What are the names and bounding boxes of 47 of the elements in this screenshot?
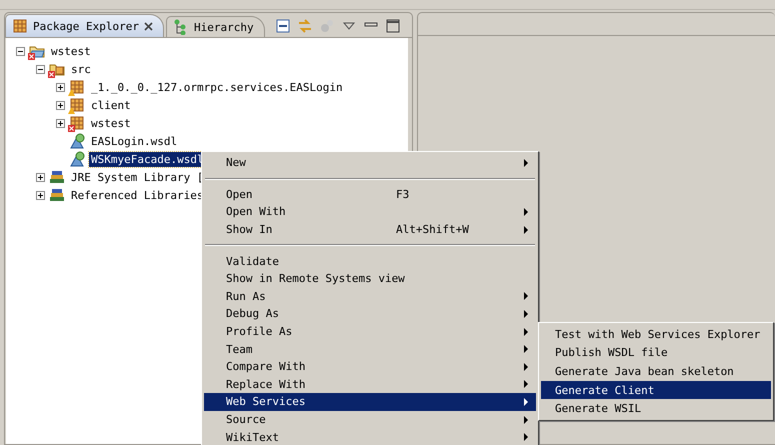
menu-item[interactable]: Debug As (204, 305, 536, 323)
library-icon (49, 187, 65, 203)
wsdl-file-icon (69, 133, 85, 149)
tree-item[interactable]: client (89, 98, 133, 112)
close-icon[interactable] (144, 22, 153, 30)
tree-item[interactable]: wstest (89, 116, 133, 130)
package-icon (69, 79, 85, 95)
menu-item[interactable]: Compare With (204, 358, 536, 376)
menu-item[interactable]: New (204, 154, 536, 172)
package-icon (69, 115, 85, 131)
view-tab[interactable]: Package Explorer (5, 14, 164, 37)
menu-item[interactable]: Validate (204, 252, 536, 270)
menu-item[interactable]: Generate Java bean skeleton (541, 362, 771, 381)
menu-item[interactable]: Team (204, 340, 536, 358)
library-icon (49, 169, 65, 185)
menu-item[interactable]: Replace With (204, 376, 536, 394)
menu-item[interactable]: Open F3 (204, 186, 536, 204)
package-icon (12, 18, 28, 34)
collapse-toggle-icon[interactable] (36, 64, 45, 74)
expand-toggle-icon[interactable] (56, 100, 65, 110)
collapse-toggle-icon[interactable] (16, 46, 25, 56)
menu-item[interactable]: Test with Web Services Explorer (541, 325, 771, 344)
tree-item[interactable]: EASLogin.wsdl (89, 134, 180, 148)
tree-item[interactable]: wstest (49, 44, 93, 58)
wsdl-file-icon (69, 151, 85, 167)
package-icon (69, 97, 85, 113)
menu-item[interactable]: Run As (204, 288, 536, 306)
menu-item[interactable]: Source (204, 410, 536, 428)
menu-item[interactable]: Generate Client (541, 380, 771, 400)
expand-toggle-icon[interactable] (36, 190, 45, 200)
expand-toggle-icon[interactable] (56, 82, 65, 92)
menu-item[interactable]: Publish WSDL file (541, 344, 771, 362)
menu-item[interactable]: Web Services (204, 393, 536, 411)
tree-item[interactable]: src (69, 62, 93, 76)
menu-item[interactable]: Show In Alt+Shift+W (204, 220, 536, 238)
menu-item[interactable]: WikiText (204, 428, 536, 445)
menu-item[interactable]: Generate WSIL (541, 399, 771, 418)
expand-toggle-icon[interactable] (56, 118, 65, 128)
maximize-icon[interactable] (384, 18, 401, 34)
menu-item[interactable]: Profile As (204, 322, 536, 340)
collapse-all-icon[interactable] (274, 18, 291, 34)
tree-item[interactable]: _1._0._0._127.ormrpc.services.EASLogin (89, 80, 345, 94)
menu-item[interactable]: Show in Remote Systems view (204, 270, 536, 288)
view-tab[interactable]: Hierarchy (166, 16, 265, 37)
tree-item[interactable]: Referenced Libraries (69, 188, 206, 202)
menu-item[interactable]: Open With (204, 203, 536, 221)
expand-toggle-icon[interactable] (36, 172, 45, 182)
